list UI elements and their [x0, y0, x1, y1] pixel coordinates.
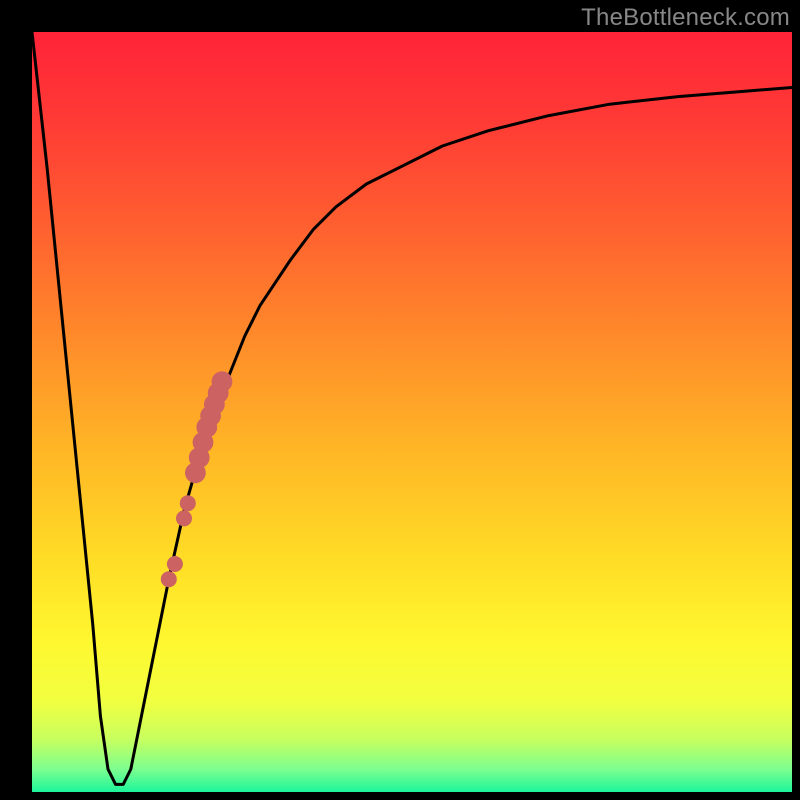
plot-area	[32, 32, 792, 792]
highlight-dots	[32, 32, 792, 792]
watermark-text: TheBottleneck.com	[581, 4, 790, 32]
chart-frame: TheBottleneck.com	[0, 0, 800, 800]
